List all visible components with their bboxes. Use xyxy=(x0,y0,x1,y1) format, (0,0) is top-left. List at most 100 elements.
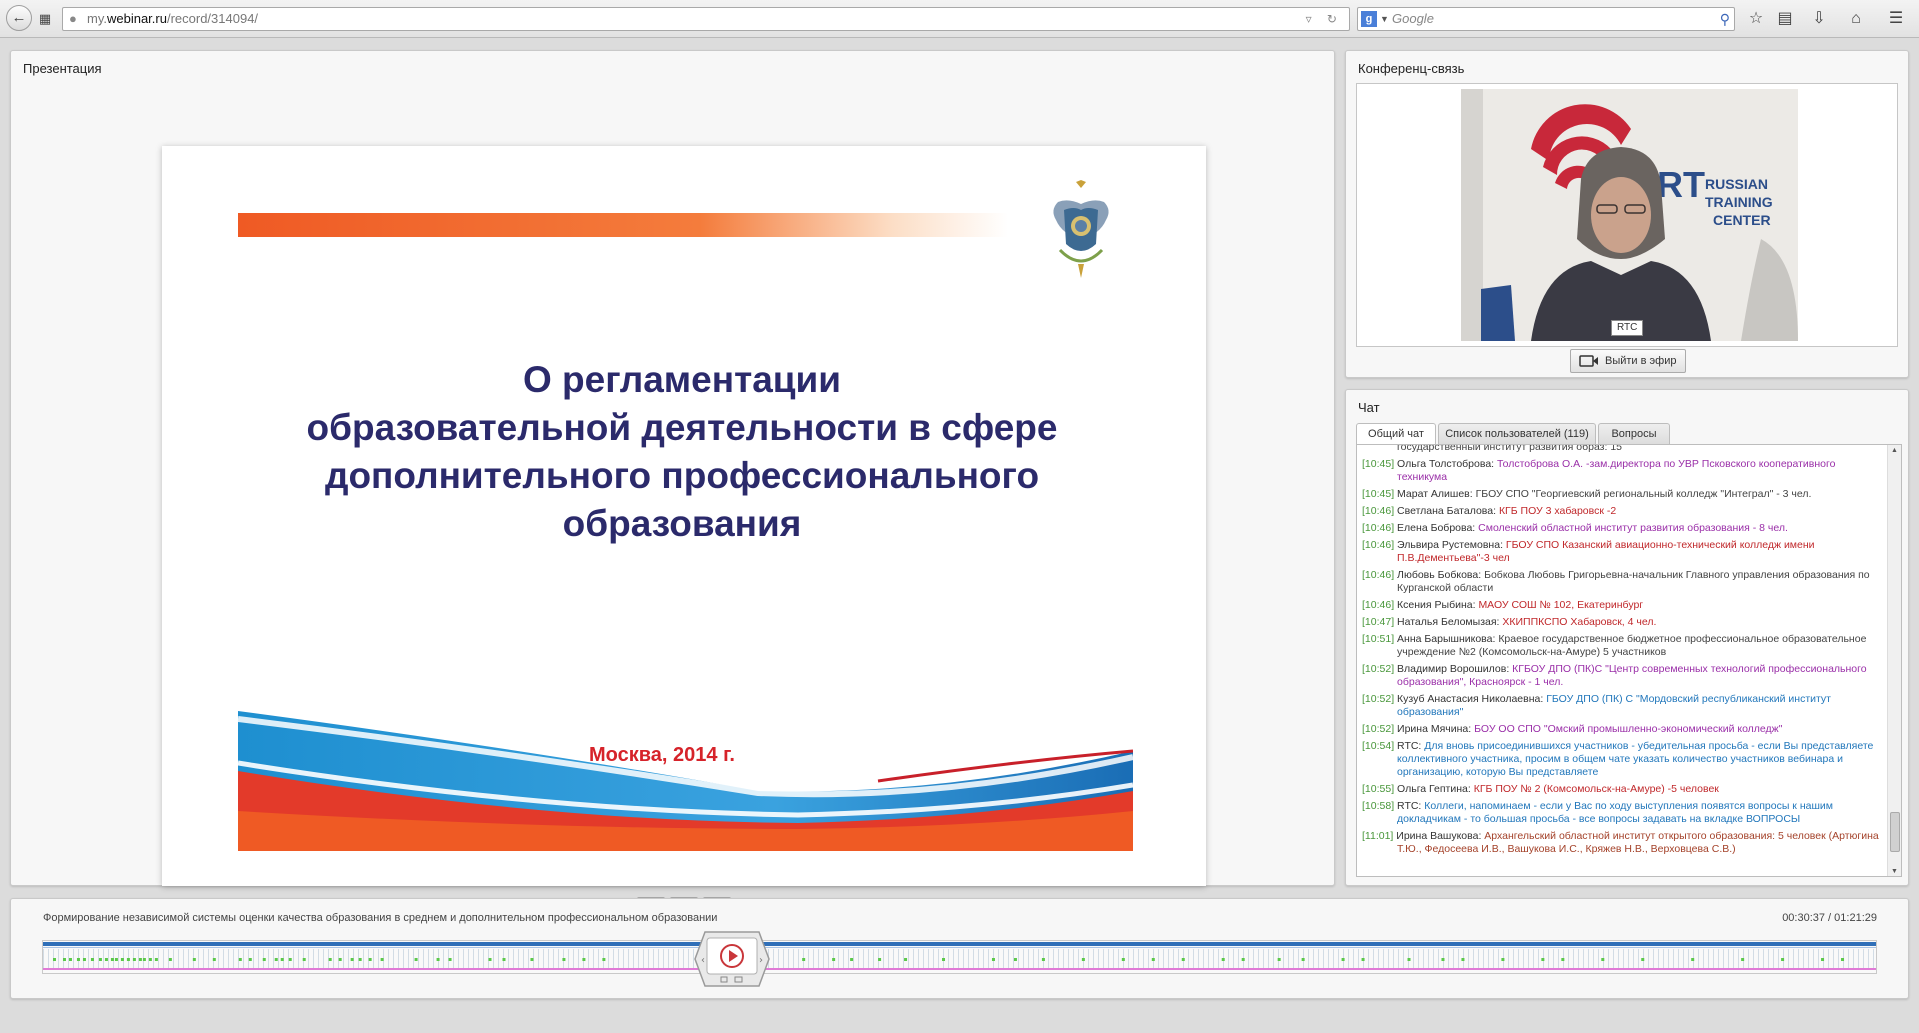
message-text: ГБОУ СПО "Георгиевский региональный колл… xyxy=(1475,488,1812,500)
recording-title: Формирование независимой системы оценки … xyxy=(43,912,718,924)
chat-marker xyxy=(1841,958,1845,961)
chat-marker xyxy=(248,958,252,961)
message-time: [10:45] xyxy=(1362,488,1395,500)
chat-marker xyxy=(288,958,292,961)
chat-marker xyxy=(114,958,118,961)
message-author[interactable]: Эльвира Рустемовна: xyxy=(1397,539,1503,551)
chat-marker xyxy=(338,958,342,961)
chat-marker xyxy=(262,958,266,961)
menu-icon[interactable]: ☰ xyxy=(1885,8,1907,30)
chat-marker xyxy=(212,958,216,961)
google-icon[interactable]: g xyxy=(1361,11,1377,27)
video-stream: RT RUSSIAN TRAINING CENTER xyxy=(1461,89,1798,341)
chat-marker xyxy=(368,958,372,961)
tab-questions[interactable]: Вопросы xyxy=(1598,423,1670,445)
playhead[interactable]: ‹ › xyxy=(693,930,771,988)
message-author[interactable]: RTC: xyxy=(1397,800,1421,812)
chat-message: [10:46] Елена Боброва: Смоленский област… xyxy=(1362,522,1884,535)
chat-marker xyxy=(120,958,124,961)
chat-message: [10:58] RTC: Коллеги, напоминаем - если … xyxy=(1362,800,1884,826)
timeline-track[interactable] xyxy=(42,940,1877,974)
chat-marker xyxy=(414,958,418,961)
chat-marker xyxy=(488,958,492,961)
chat-marker xyxy=(1821,958,1825,961)
presentation-panel: Презентация О регламентации образователь… xyxy=(10,50,1335,925)
chat-list: государственный институт развития образ:… xyxy=(1362,444,1884,860)
chat-marker xyxy=(110,958,114,961)
chat-marker xyxy=(168,958,172,961)
chat-marker xyxy=(138,958,142,961)
search-bar[interactable]: g ▼ Google ⚲ xyxy=(1357,7,1735,31)
message-time: [10:52] xyxy=(1362,693,1395,705)
chevron-down-icon[interactable]: ▼ xyxy=(1380,8,1389,30)
chat-message: [10:46] Ксения Рыбина: МАОУ СОШ № 102, Е… xyxy=(1362,599,1884,612)
emblem-icon xyxy=(1053,180,1109,278)
svg-text:RUSSIAN: RUSSIAN xyxy=(1705,176,1768,192)
message-author[interactable]: Кузуб Анастасия Николаевна: xyxy=(1397,693,1543,705)
message-author[interactable]: Наталья Беломызая: xyxy=(1397,616,1499,628)
message-author[interactable]: Владимир Ворошилов: xyxy=(1397,663,1509,675)
home-icon[interactable]: ⌂ xyxy=(1845,8,1867,30)
url-bar[interactable]: ● my.webinar.ru/record/314094/ ▿ ↻ xyxy=(62,7,1350,31)
message-author[interactable]: RTC: xyxy=(1397,740,1421,752)
message-text: ХКИППКСПО Хабаровск, 4 чел. xyxy=(1502,616,1657,628)
chat-marker xyxy=(132,958,136,961)
scroll-thumb[interactable] xyxy=(1890,812,1900,852)
chat-marker xyxy=(358,958,362,961)
chat-marker xyxy=(98,958,102,961)
chat-marker xyxy=(942,958,946,961)
tab-groups-icon[interactable]: ▦ xyxy=(34,8,56,30)
panel-title: Чат xyxy=(1358,400,1380,415)
message-author[interactable]: Ирина Вашукова: xyxy=(1396,830,1481,842)
message-text: государственный институт развития образ:… xyxy=(1397,444,1623,453)
message-author[interactable]: Светлана Баталова: xyxy=(1397,505,1496,517)
scroll-down-icon[interactable]: ▼ xyxy=(1888,866,1901,876)
message-author[interactable]: Ольга Гептина: xyxy=(1397,783,1471,795)
chat-message: [10:52] Ирина Мячина: БОУ ОО СПО "Омский… xyxy=(1362,723,1884,736)
chat-messages[interactable]: государственный институт развития образ:… xyxy=(1356,444,1902,877)
message-author[interactable]: Анна Барышникова: xyxy=(1397,633,1495,645)
chat-marker xyxy=(1691,958,1695,961)
chat-marker xyxy=(302,958,306,961)
message-text: Для вновь присоединившихся участников - … xyxy=(1397,740,1874,778)
chat-message: [10:46] Светлана Баталова: КГБ ПОУ 3 хаб… xyxy=(1362,505,1884,518)
chat-message: [10:54] RTC: Для вновь присоединившихся … xyxy=(1362,740,1884,779)
bookmarks-list-icon[interactable]: ▤ xyxy=(1774,8,1796,30)
message-author[interactable]: Ксения Рыбина: xyxy=(1397,599,1475,611)
chat-marker xyxy=(380,958,384,961)
timeline-blue-line xyxy=(43,942,1876,946)
go-on-air-button[interactable]: Выйти в эфир xyxy=(1570,349,1686,373)
chat-marker xyxy=(1081,958,1085,961)
bookmark-star-icon[interactable]: ☆ xyxy=(1745,8,1767,30)
slide-waves xyxy=(238,711,1133,851)
message-time: [10:52] xyxy=(1362,723,1395,735)
camera-icon xyxy=(1579,355,1598,367)
message-time: [10:46] xyxy=(1362,599,1395,611)
chat-message: [10:46] Любовь Бобкова: Бобкова Любовь Г… xyxy=(1362,569,1884,595)
reload-icon[interactable]: ▿ ↻ xyxy=(1306,8,1343,30)
chat-marker xyxy=(878,958,882,961)
message-author[interactable]: Марат Алишев: xyxy=(1397,488,1473,500)
go-on-air-label: Выйти в эфир xyxy=(1605,355,1677,367)
message-author[interactable]: Елена Боброва: xyxy=(1397,522,1475,534)
tab-users-list[interactable]: Список пользователей (119) xyxy=(1438,423,1596,445)
back-button[interactable]: ← xyxy=(6,5,32,31)
chat-message: [10:55] Ольга Гептина: КГБ ПОУ № 2 (Комс… xyxy=(1362,783,1884,796)
scroll-up-icon[interactable]: ▲ xyxy=(1888,445,1901,457)
message-author[interactable]: Ирина Мячина: xyxy=(1397,723,1471,735)
timeline-blue-sub xyxy=(43,947,1876,948)
chat-marker xyxy=(1041,958,1045,961)
chat-marker xyxy=(1561,958,1565,961)
message-text: Коллеги, напоминаем - если у Вас по ходу… xyxy=(1397,800,1833,825)
message-time: [10:46] xyxy=(1362,569,1395,581)
message-author[interactable]: Ольга Толстоброва: xyxy=(1397,458,1494,470)
chevron-right-icon: › xyxy=(759,955,763,966)
download-icon[interactable]: ⇩ xyxy=(1808,8,1830,30)
search-icon[interactable]: ⚲ xyxy=(1720,8,1730,30)
chat-scrollbar[interactable]: ▲ ▼ xyxy=(1887,445,1901,876)
tab-general-chat[interactable]: Общий чат xyxy=(1356,423,1436,446)
message-author[interactable]: Любовь Бобкова: xyxy=(1397,569,1481,581)
chat-marker xyxy=(602,958,606,961)
chat-marker xyxy=(802,958,806,961)
message-time: [10:45] xyxy=(1362,458,1395,470)
